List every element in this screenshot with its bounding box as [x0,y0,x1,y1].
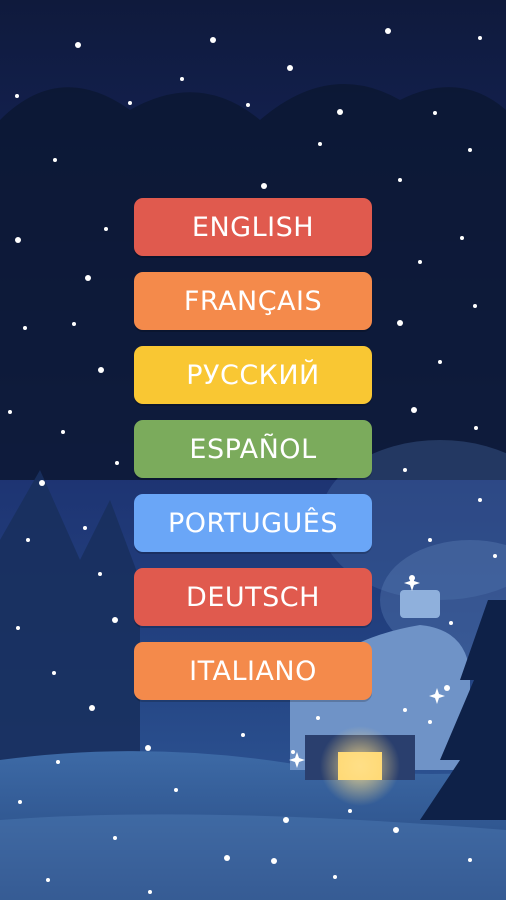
language-label: ESPAÑOL [189,433,317,465]
language-button-spanish[interactable]: ESPAÑOL [134,420,372,478]
language-button-portuguese[interactable]: PORTUGUÊS [134,494,372,552]
language-label: ENGLISH [191,211,315,243]
language-list: ENGLISH FRANÇAIS РУССКИЙ ESPAÑOL PORTUGU… [134,198,374,716]
language-button-german[interactable]: DEUTSCH [134,568,372,626]
language-label: PORTUGUÊS [168,507,338,539]
language-button-french[interactable]: FRANÇAIS [134,272,372,330]
language-label: ITALIANO [189,655,317,687]
language-label: DEUTSCH [186,581,320,613]
language-label: FRANÇAIS [183,285,323,317]
language-button-italian[interactable]: ITALIANO [134,642,372,700]
left-trees [0,470,140,760]
language-button-english[interactable]: ENGLISH [134,198,372,256]
language-label: РУССКИЙ [186,359,320,391]
language-button-russian[interactable]: РУССКИЙ [134,346,372,404]
